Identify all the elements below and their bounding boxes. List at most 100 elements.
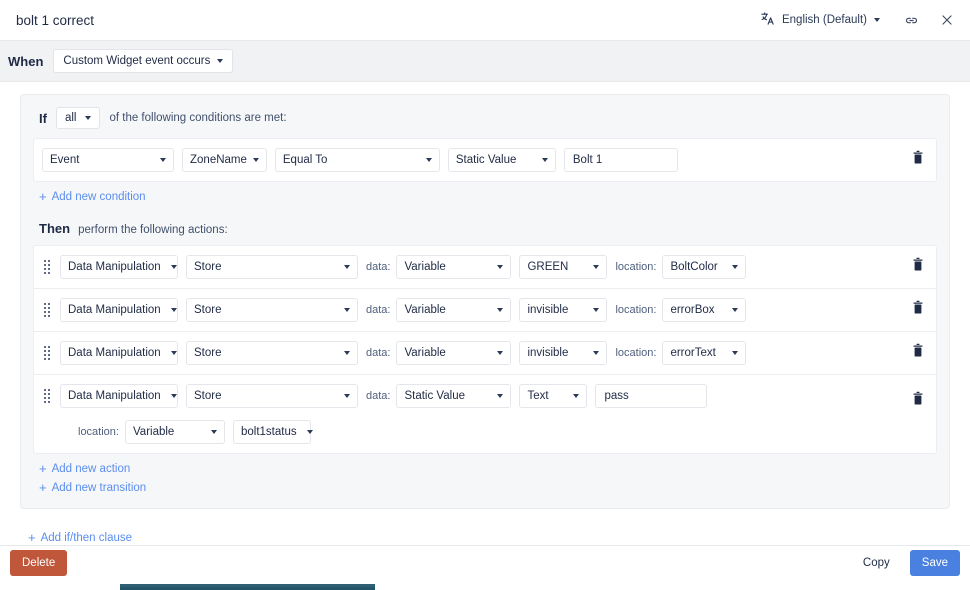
delete-action-icon[interactable] — [912, 343, 924, 363]
condition-source-select[interactable]: Event — [42, 148, 174, 172]
close-icon[interactable] — [936, 9, 958, 31]
delete-button[interactable]: Delete — [10, 550, 68, 576]
chevron-down-icon — [344, 351, 350, 355]
action-location-label: location: — [615, 304, 657, 316]
chevron-down-icon — [497, 308, 504, 312]
add-if-then-clause-button[interactable]: + Add if/then clause — [22, 523, 970, 545]
add-new-condition-button[interactable]: + Add new condition — [33, 182, 937, 205]
action-operation-select[interactable]: Store — [186, 255, 358, 279]
condition-operator-select[interactable]: Equal To — [274, 148, 440, 172]
when-trigger-value: Custom Widget event occurs — [63, 55, 211, 67]
save-button[interactable]: Save — [909, 550, 960, 576]
chevron-down-icon — [497, 265, 504, 269]
drag-handle-icon[interactable] — [42, 259, 52, 275]
action-type-select[interactable]: Data Manipulation — [60, 298, 178, 322]
drag-handle-icon[interactable] — [42, 388, 52, 404]
condition-value-text: Bolt 1 — [572, 154, 603, 166]
title-bar: bolt 1 correct English (Default) — [0, 0, 970, 41]
chevron-down-icon — [170, 308, 177, 312]
then-note: perform the following actions: — [78, 224, 228, 236]
action-location-select[interactable]: errorText — [662, 341, 747, 365]
action-data-label: data: — [366, 347, 391, 359]
action-data-value-select[interactable]: invisible — [519, 341, 608, 365]
drag-handle-icon[interactable] — [42, 345, 52, 361]
condition-value-type-select[interactable]: Static Value — [447, 148, 556, 172]
action-location-variable-select[interactable]: bolt1status — [232, 420, 313, 444]
translate-icon — [760, 11, 775, 29]
action-operation-select[interactable]: Store — [186, 384, 358, 408]
action-operation-select[interactable]: Store — [186, 341, 358, 365]
action-operation-value: Store — [194, 390, 222, 402]
language-selector[interactable]: English (Default) — [754, 7, 886, 33]
chevron-down-icon — [217, 59, 224, 63]
action-location-label: location: — [78, 426, 119, 438]
when-trigger-select[interactable]: Custom Widget event occurs — [53, 49, 234, 73]
action-data-label: data: — [366, 390, 391, 402]
link-icon[interactable] — [900, 9, 922, 31]
when-bar: When Custom Widget event occurs — [0, 41, 970, 82]
condition-field-select[interactable]: ZoneName — [182, 148, 267, 172]
action-location-value: BoltColor — [670, 261, 718, 273]
action-data-value-select[interactable]: GREEN — [519, 255, 608, 279]
if-match-select[interactable]: all — [55, 107, 101, 129]
action-data-type-value: Static Value — [404, 390, 465, 402]
chevron-down-icon — [732, 265, 739, 269]
action-operation-value: Store — [194, 261, 222, 273]
action-type-select[interactable]: Data Manipulation — [60, 341, 178, 365]
action-data-type-select[interactable]: Variable — [396, 341, 512, 365]
action-type-select[interactable]: Data Manipulation — [60, 384, 178, 408]
action-data-type-value: Variable — [404, 347, 446, 359]
action-data-value-select[interactable]: invisible — [519, 298, 608, 322]
action-data-type-select[interactable]: Variable — [396, 298, 512, 322]
delete-action-icon[interactable] — [912, 391, 924, 411]
add-new-transition-button[interactable]: + Add new transition — [33, 477, 937, 496]
title-bar-actions: English (Default) — [754, 7, 958, 33]
chevron-down-icon — [160, 158, 166, 162]
action-data-type-value: Variable — [404, 304, 446, 316]
condition-operator-value: Equal To — [282, 154, 328, 166]
action-location-type-select[interactable]: Variable — [124, 420, 225, 444]
action-row: Data Manipulation Store data: Variable i… — [34, 331, 936, 374]
background-window-sliver — [120, 584, 375, 590]
action-operation-select[interactable]: Store — [186, 298, 358, 322]
action-data-type-select[interactable]: Static Value — [396, 384, 512, 408]
action-data-value: invisible — [527, 347, 569, 359]
action-row: Data Manipulation Store data: Variable i… — [34, 288, 936, 331]
plus-icon: + — [39, 461, 47, 476]
action-location-value: errorText — [670, 347, 716, 359]
condition-source-value: Event — [50, 154, 80, 166]
action-location-label: location: — [615, 347, 657, 359]
action-data-value: GREEN — [527, 261, 569, 273]
action-text-type-value: Text — [527, 390, 549, 402]
if-header: If all of the following conditions are m… — [33, 105, 937, 138]
delete-action-icon[interactable] — [912, 300, 924, 320]
chevron-down-icon — [593, 351, 600, 355]
action-row: Data Manipulation Store data: Static Val… — [34, 374, 936, 453]
chevron-down-icon — [593, 265, 600, 269]
action-location-select[interactable]: errorBox — [662, 298, 747, 322]
chevron-down-icon — [573, 394, 580, 398]
chevron-down-icon — [344, 394, 350, 398]
action-location-variable-value: bolt1status — [240, 426, 297, 438]
delete-condition-icon[interactable] — [912, 150, 924, 170]
delete-action-icon[interactable] — [912, 257, 924, 277]
action-type-select[interactable]: Data Manipulation — [60, 255, 178, 279]
add-new-action-button[interactable]: + Add new action — [33, 454, 937, 477]
chevron-down-icon — [306, 430, 313, 434]
if-match-value: all — [64, 112, 77, 124]
chevron-down-icon — [170, 265, 177, 269]
chevron-down-icon — [85, 116, 92, 120]
action-location-select[interactable]: BoltColor — [662, 255, 747, 279]
action-text-type-select[interactable]: Text — [519, 384, 588, 408]
condition-list: Event ZoneName Equal To Static Value Bol… — [33, 138, 937, 182]
copy-button[interactable]: Copy — [850, 550, 902, 576]
chevron-down-icon — [210, 430, 217, 434]
chevron-down-icon — [541, 158, 548, 162]
condition-value-input[interactable]: Bolt 1 — [563, 148, 678, 172]
chevron-down-icon — [170, 394, 177, 398]
plus-icon: + — [28, 530, 36, 545]
drag-handle-icon[interactable] — [42, 302, 52, 318]
action-text-input[interactable]: pass — [595, 384, 708, 408]
action-data-type-select[interactable]: Variable — [396, 255, 512, 279]
action-type-value: Data Manipulation — [68, 347, 161, 359]
